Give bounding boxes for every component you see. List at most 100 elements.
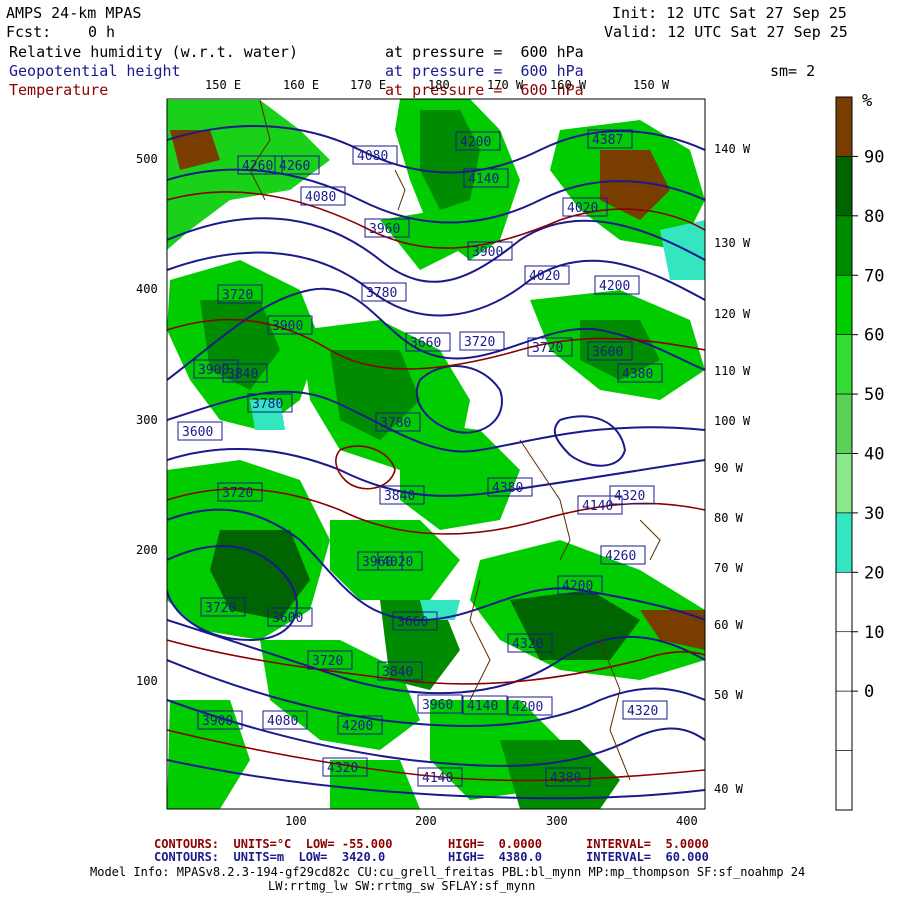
x-axis-tick-label: 200 xyxy=(415,814,437,828)
lon-label-right: 80 W xyxy=(714,511,743,525)
colorbar-label: 10 xyxy=(864,623,884,643)
svg-text:4387: 4387 xyxy=(592,133,623,148)
svg-text:3780: 3780 xyxy=(252,397,283,412)
svg-text:4260: 4260 xyxy=(279,159,310,174)
height-contour-interval: INTERVAL= 60.000 xyxy=(586,850,709,864)
svg-text:4200: 4200 xyxy=(512,700,543,715)
lon-label-right: 100 W xyxy=(714,414,751,428)
svg-text:3960: 3960 xyxy=(369,222,400,237)
lon-label-top: 170 E xyxy=(350,78,387,92)
lon-label-right: 130 W xyxy=(714,236,751,250)
colorbar-segment xyxy=(835,274,853,335)
svg-text:4200: 4200 xyxy=(342,719,373,734)
svg-text:4320: 4320 xyxy=(627,704,658,719)
svg-text:4260: 4260 xyxy=(605,549,636,564)
x-axis-tick-label: 100 xyxy=(285,814,307,828)
svg-text:4380: 4380 xyxy=(550,771,581,786)
svg-text:3900: 3900 xyxy=(198,363,229,378)
lon-label-right: 70 W xyxy=(714,561,743,575)
lon-label-right: 40 W xyxy=(714,782,743,796)
svg-text:3720: 3720 xyxy=(222,486,253,501)
svg-text:3720: 3720 xyxy=(464,335,495,350)
lon-label-right: 120 W xyxy=(714,307,751,321)
x-axis-tick-label: 400 xyxy=(676,814,698,828)
lon-label-top: 160 E xyxy=(283,78,320,92)
svg-text:4080: 4080 xyxy=(305,190,336,205)
colorbar-label: 70 xyxy=(864,266,884,286)
svg-text:4200: 4200 xyxy=(599,279,630,294)
colorbar-label: 60 xyxy=(864,326,884,346)
svg-text:4020: 4020 xyxy=(529,269,560,284)
svg-text:4140: 4140 xyxy=(467,699,498,714)
lon-label-right: 90 W xyxy=(714,461,743,475)
y-axis-tick-label: 200 xyxy=(136,543,158,557)
y-axis-tick-label: 400 xyxy=(136,282,158,296)
svg-text:3840: 3840 xyxy=(382,665,413,680)
svg-text:4140: 4140 xyxy=(468,172,499,187)
colorbar-segment xyxy=(835,393,853,454)
lon-label-top: 180 xyxy=(428,78,450,92)
colorbar-segment xyxy=(835,334,853,395)
rh-colorbar: % 90 80 70 60 50 40 30 20 10 0 xyxy=(835,91,884,811)
y-axis-tick-label: 500 xyxy=(136,152,158,166)
svg-text:4140: 4140 xyxy=(422,771,453,786)
colorbar-segment xyxy=(835,690,853,751)
svg-text:3720: 3720 xyxy=(205,601,236,616)
colorbar-segment xyxy=(835,215,853,276)
lon-label-right: 110 W xyxy=(714,364,751,378)
colorbar-label: 90 xyxy=(864,147,884,167)
colorbar-label: 30 xyxy=(864,504,884,524)
svg-text:3840: 3840 xyxy=(227,367,258,382)
model-info-line1: Model Info: MPASv8.2.3-194-gf29cd82c CU:… xyxy=(90,865,806,879)
lon-label-right: 60 W xyxy=(714,618,743,632)
svg-text:3960: 3960 xyxy=(362,555,393,570)
svg-text:3900: 3900 xyxy=(472,245,503,260)
svg-text:3600: 3600 xyxy=(182,425,213,440)
colorbar-label: 20 xyxy=(864,563,884,583)
lon-label-right: 50 W xyxy=(714,688,743,702)
colorbar-segment xyxy=(835,453,853,514)
svg-text:3660: 3660 xyxy=(410,336,441,351)
svg-text:4320: 4320 xyxy=(512,637,543,652)
svg-text:4380: 4380 xyxy=(492,481,523,496)
svg-text:3600: 3600 xyxy=(592,345,623,360)
svg-text:3780: 3780 xyxy=(380,416,411,431)
svg-text:4020: 4020 xyxy=(567,201,598,216)
lon-label-top: 160 W xyxy=(550,78,587,92)
svg-text:3840: 3840 xyxy=(384,489,415,504)
colorbar-segment xyxy=(835,631,853,692)
colorbar-label: 0 xyxy=(864,682,874,702)
lon-label-top: 150 E xyxy=(205,78,242,92)
colorbar-segment xyxy=(835,512,853,573)
model-info-line2: LW:rrtmg_lw SW:rrtmg_sw SFLAY:sf_mynn xyxy=(268,879,536,893)
svg-text:4080: 4080 xyxy=(357,149,388,164)
lon-label-right: 140 W xyxy=(714,142,751,156)
height-contour-high: HIGH= 4380.0 xyxy=(448,850,542,864)
colorbar-segment xyxy=(835,750,853,811)
colorbar-unit: % xyxy=(862,91,872,111)
height-contour-info: CONTOURS: UNITS=m LOW= 3420.0 xyxy=(154,850,386,864)
svg-text:4200: 4200 xyxy=(460,135,491,150)
y-axis-tick-label: 100 xyxy=(136,674,158,688)
svg-text:3900: 3900 xyxy=(272,319,303,334)
svg-text:3720: 3720 xyxy=(312,654,343,669)
svg-text:4140: 4140 xyxy=(582,499,613,514)
svg-text:4320: 4320 xyxy=(327,761,358,776)
x-axis-tick-label: 300 xyxy=(546,814,568,828)
svg-text:4200: 4200 xyxy=(562,579,593,594)
y-axis-tick-label: 300 xyxy=(136,413,158,427)
lon-label-top: 170 W xyxy=(487,78,524,92)
lon-label-top: 150 W xyxy=(633,78,670,92)
colorbar-segment xyxy=(835,156,853,217)
map-canvas: 4387426042604080408039604140390040204200… xyxy=(136,91,884,828)
colorbar-label: 50 xyxy=(864,385,884,405)
svg-text:3720: 3720 xyxy=(222,288,253,303)
colorbar-label: 40 xyxy=(864,445,884,465)
svg-text:4080: 4080 xyxy=(267,714,298,729)
svg-text:4380: 4380 xyxy=(622,367,653,382)
svg-text:3720: 3720 xyxy=(532,341,563,356)
colorbar-label: 80 xyxy=(864,207,884,227)
svg-text:3900: 3900 xyxy=(202,714,233,729)
svg-text:3660: 3660 xyxy=(397,615,428,630)
svg-text:3600: 3600 xyxy=(272,611,303,626)
